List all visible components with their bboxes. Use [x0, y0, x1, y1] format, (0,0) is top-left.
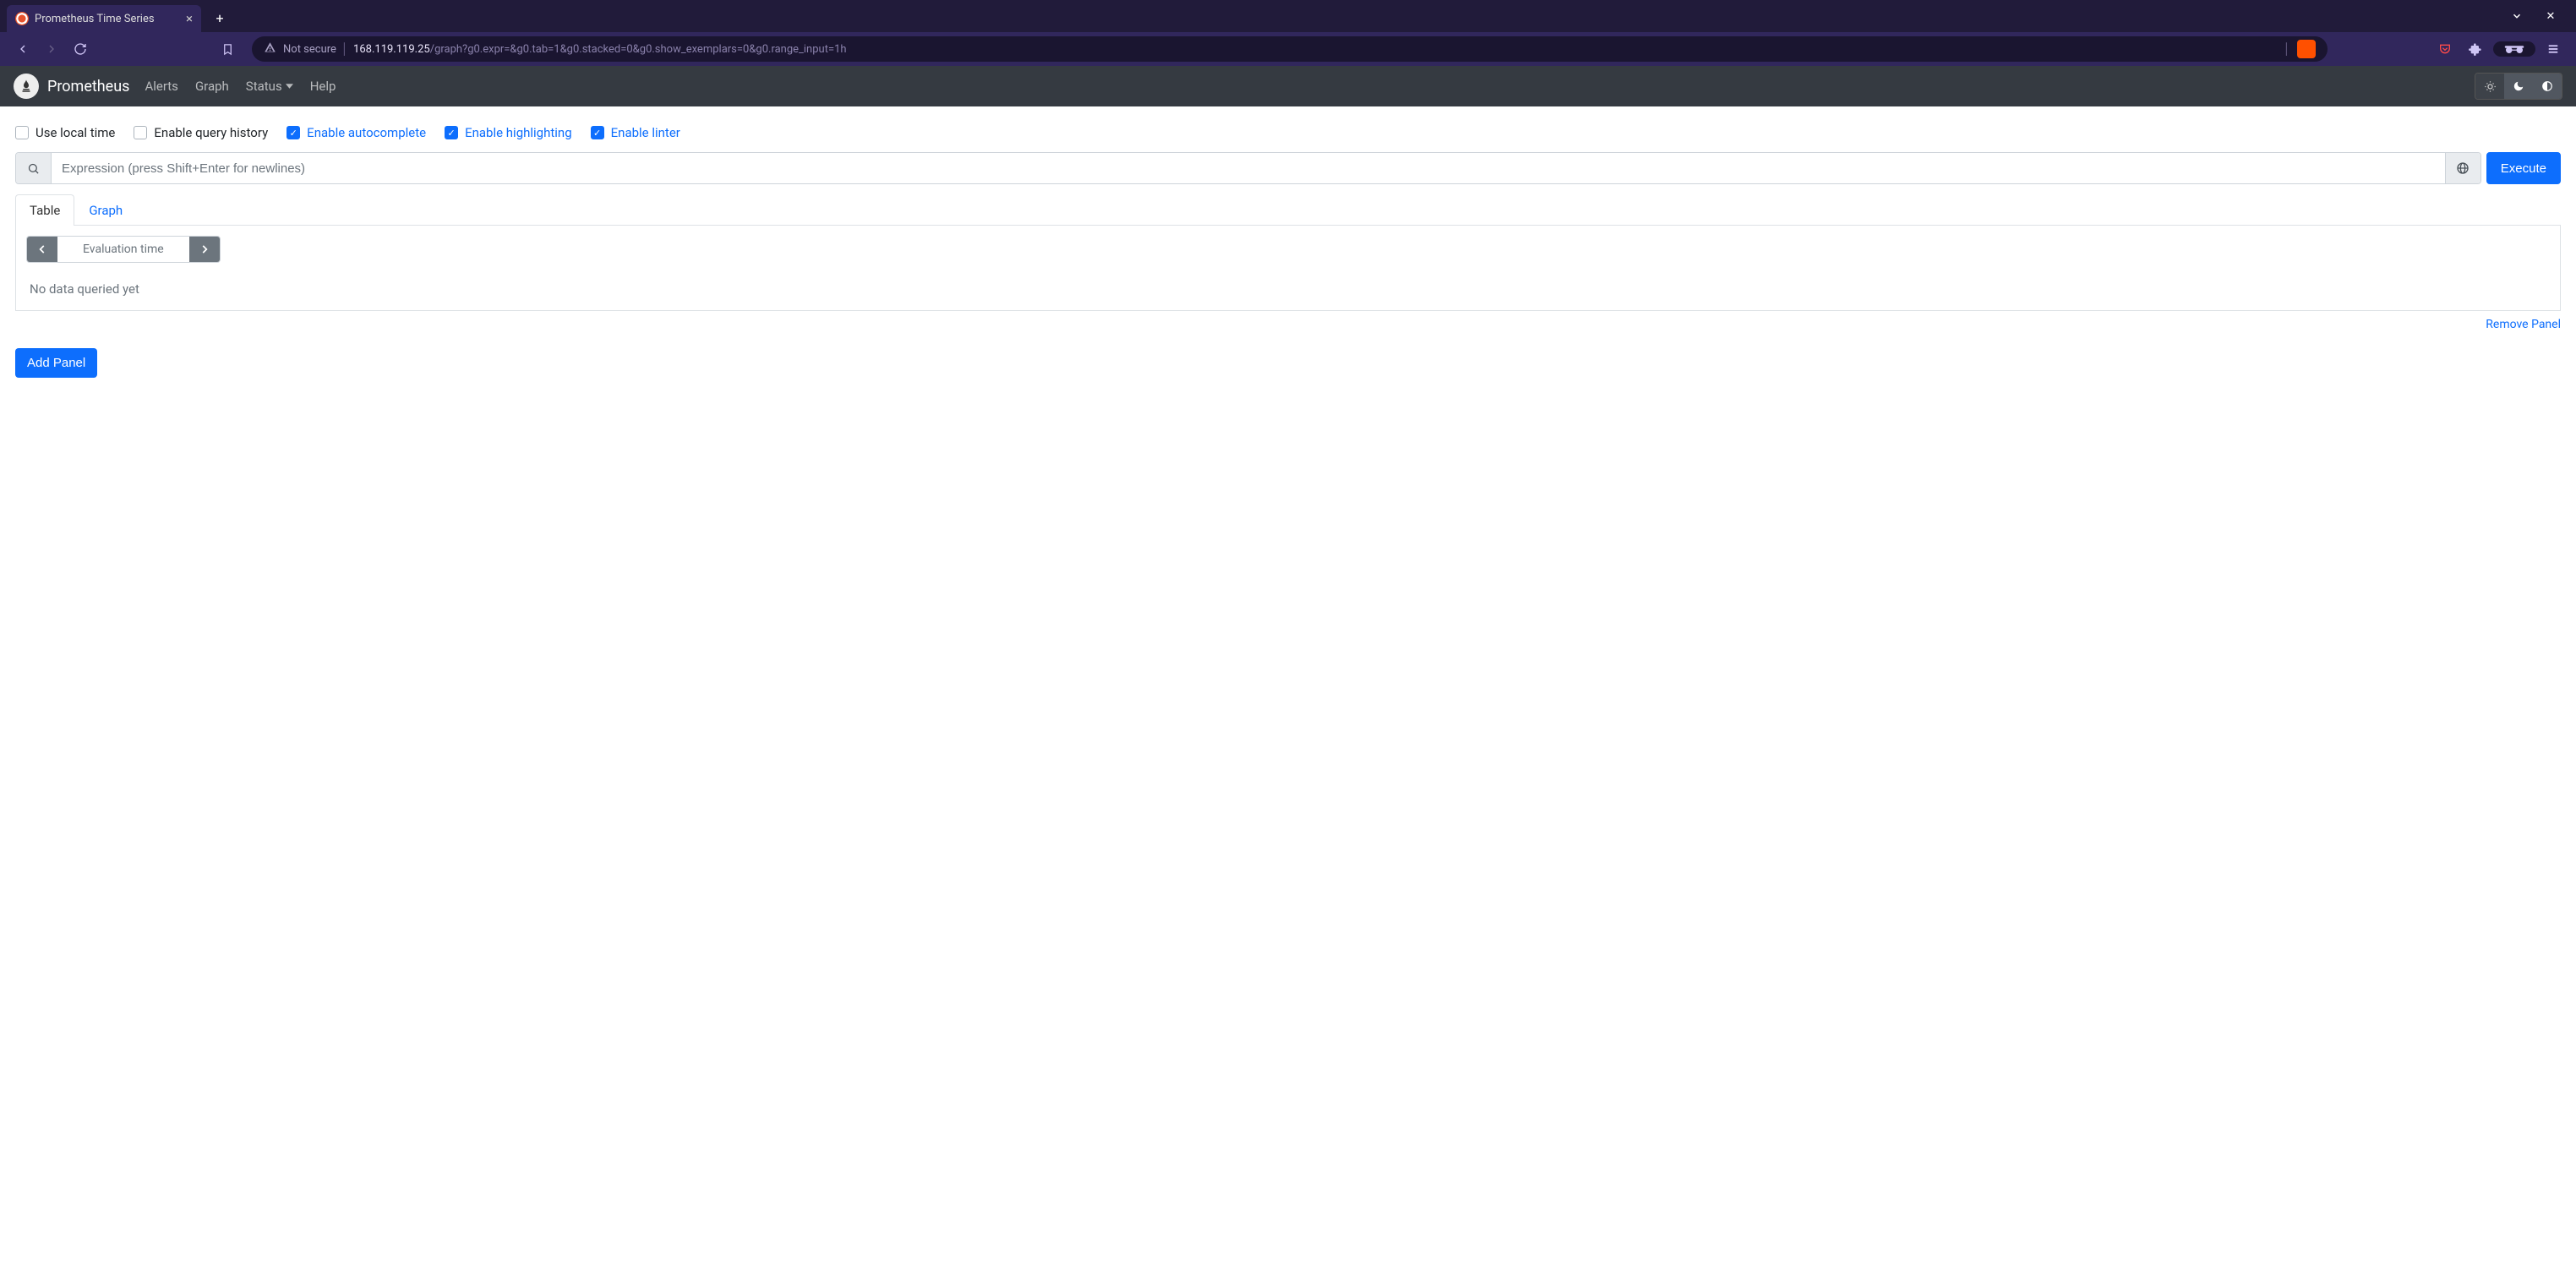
brand[interactable]: Prometheus	[14, 74, 129, 99]
remove-panel-link[interactable]: Remove Panel	[15, 318, 2561, 331]
search-icon	[16, 153, 52, 183]
nav-link-help[interactable]: Help	[310, 79, 336, 94]
incognito-badge[interactable]	[2493, 41, 2535, 57]
brave-shield-icon[interactable]	[2297, 40, 2316, 58]
nav-link-status[interactable]: Status	[246, 79, 293, 94]
window-controls: ✕	[2500, 3, 2576, 29]
add-panel-button[interactable]: Add Panel	[15, 348, 97, 378]
nav-link-status-label: Status	[246, 79, 282, 94]
url-host: 168.119.119.25	[353, 43, 430, 56]
query-history-label: Enable query history	[154, 125, 268, 140]
option-query-history: Enable query history	[134, 125, 268, 140]
forward-button[interactable]	[39, 36, 64, 62]
theme-dark-button[interactable]	[2504, 74, 2533, 99]
option-linter: Enable linter	[591, 125, 680, 140]
tab-close-button[interactable]: ×	[186, 11, 193, 26]
globe-icon[interactable]	[2445, 153, 2480, 183]
use-local-time-checkbox[interactable]	[15, 126, 29, 139]
expression-input-group	[15, 152, 2481, 184]
theme-contrast-button[interactable]	[2533, 74, 2562, 99]
linter-label: Enable linter	[611, 125, 680, 140]
window-close-button[interactable]: ✕	[2534, 3, 2568, 29]
eval-time-label[interactable]: Evaluation time	[57, 237, 189, 262]
window-minimize-button[interactable]	[2500, 3, 2534, 29]
autocomplete-label: Enable autocomplete	[307, 125, 426, 140]
nav-link-graph[interactable]: Graph	[195, 79, 229, 94]
app-navbar: Prometheus Alerts Graph Status Help	[0, 66, 2576, 106]
extensions-icon[interactable]	[2463, 36, 2488, 62]
prometheus-logo-icon	[14, 74, 39, 99]
evaluation-time-control: Evaluation time	[26, 236, 221, 263]
brand-name: Prometheus	[47, 78, 129, 95]
use-local-time-label: Use local time	[35, 125, 115, 140]
browser-tab[interactable]: Prometheus Time Series ×	[7, 5, 201, 32]
tab-table[interactable]: Table	[15, 194, 74, 226]
caret-down-icon	[286, 84, 293, 89]
prometheus-app: Prometheus Alerts Graph Status Help	[0, 66, 2576, 1276]
separator: │	[341, 42, 348, 56]
insecure-warning-icon	[264, 41, 276, 57]
browser-menu-button[interactable]	[2541, 36, 2566, 62]
content-area: Use local time Enable query history Enab…	[0, 106, 2576, 1276]
eval-time-increment-button[interactable]	[189, 237, 220, 262]
nav-link-alerts[interactable]: Alerts	[145, 79, 178, 94]
query-history-checkbox[interactable]	[134, 126, 147, 139]
no-data-message: No data queried yet	[26, 278, 2550, 300]
autocomplete-checkbox[interactable]	[287, 126, 300, 139]
execute-button[interactable]: Execute	[2486, 152, 2561, 184]
prometheus-favicon-icon	[15, 12, 29, 25]
highlighting-checkbox[interactable]	[445, 126, 458, 139]
security-label: Not secure	[283, 43, 336, 56]
pocket-icon[interactable]	[2432, 36, 2458, 62]
new-tab-button[interactable]: +	[208, 6, 232, 30]
browser-toolbar: Not secure │ 168.119.119.25 /graph?g0.ex…	[0, 32, 2576, 66]
theme-light-button[interactable]	[2475, 74, 2504, 99]
tab-title: Prometheus Time Series	[35, 13, 155, 25]
result-panel: Evaluation time No data queried yet	[15, 226, 2561, 311]
nav-links: Alerts Graph Status Help	[145, 79, 336, 94]
tab-graph[interactable]: Graph	[74, 194, 137, 226]
highlighting-label: Enable highlighting	[465, 125, 572, 140]
eval-time-decrement-button[interactable]	[27, 237, 57, 262]
url-path: /graph?g0.expr=&g0.tab=1&g0.stacked=0&g0…	[430, 43, 847, 56]
reload-button[interactable]	[68, 36, 93, 62]
browser-title-bar: Prometheus Time Series × + ✕	[0, 0, 2576, 32]
separator: │	[2284, 42, 2290, 56]
option-autocomplete: Enable autocomplete	[287, 125, 426, 140]
option-use-local-time: Use local time	[15, 125, 115, 140]
option-highlighting: Enable highlighting	[445, 125, 572, 140]
back-button[interactable]	[10, 36, 35, 62]
bookmark-button[interactable]	[215, 36, 240, 62]
theme-toggle-group	[2475, 73, 2562, 100]
linter-checkbox[interactable]	[591, 126, 604, 139]
result-tabs: Table Graph	[15, 194, 2561, 226]
expression-input[interactable]	[52, 153, 2445, 183]
address-bar[interactable]: Not secure │ 168.119.119.25 /graph?g0.ex…	[252, 36, 2328, 62]
browser-window: Prometheus Time Series × + ✕ Not s	[0, 0, 2576, 1276]
options-row: Use local time Enable query history Enab…	[15, 118, 2561, 152]
query-row: Execute	[15, 152, 2561, 184]
